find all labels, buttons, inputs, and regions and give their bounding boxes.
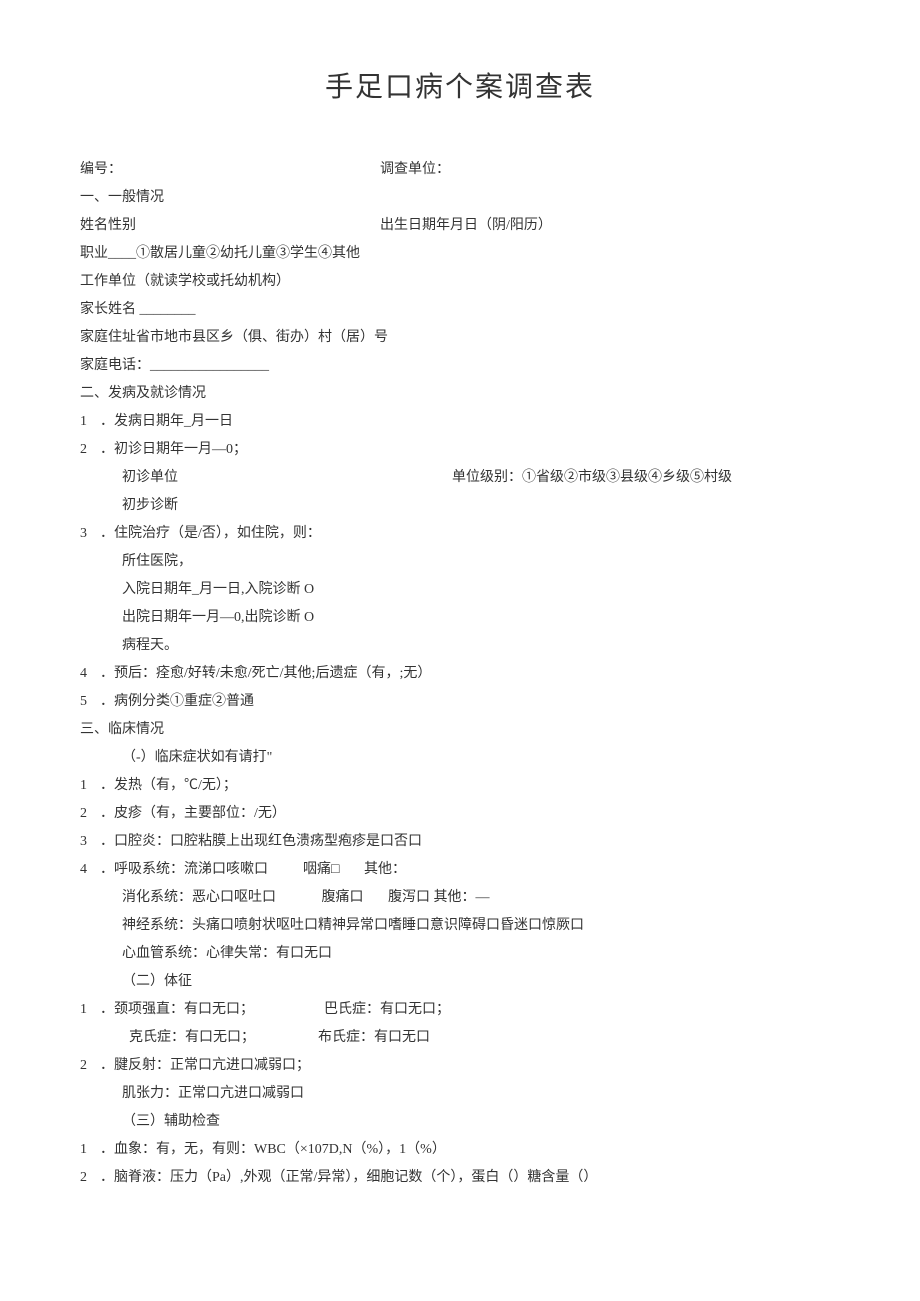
item-2-3a: 所住医院， (80, 548, 840, 576)
item-3-4b: 神经系统：头痛口喷射状呕吐口精神异常口嗜睡口意识障碍口昏迷口惊厥口 (80, 912, 840, 940)
header-row: 编号： 调查单位： (80, 156, 840, 184)
item-3-4a: 消化系统：恶心口呕吐口 腹痛口 腹泻口 其他：— (80, 884, 840, 912)
item-2-2a: 初诊单位 单位级别：①省级②市级③县级④乡级⑤村级 (80, 464, 840, 492)
section-2-title: 二、发病及就诊情况 (80, 380, 840, 408)
item-2-4: 4．预后：痊愈/好转/未愈/死亡/其他;后遗症（有，;无） (80, 660, 840, 688)
item-2-3d: 病程天。 (80, 632, 840, 660)
sub-3-1: （-）临床症状如有请打" (80, 744, 840, 772)
section-3-title: 三、临床情况 (80, 716, 840, 744)
sub-3-3: （三）辅助检查 (80, 1108, 840, 1136)
item-2-3c: 出院日期年一月—0,出院诊断 O (80, 604, 840, 632)
aux-2: 2．脑脊液：压力（Pa）,外观（正常/异常），细胞记数（个），蛋白（）糖含量（） (80, 1164, 840, 1192)
item-3-2: 2．皮疹（有，主要部位：/无） (80, 800, 840, 828)
id-label: 编号： (80, 156, 380, 184)
aux-1: 1．血象：有，无，有则：WBC（×107D,N（%），1（%） (80, 1136, 840, 1164)
workunit-row: 工作单位（就读学校或托幼机构） (80, 268, 840, 296)
sub-3-2: （二）体征 (80, 968, 840, 996)
name-gender-label: 姓名性别 (80, 212, 380, 240)
item-2-3: 3．住院治疗（是/否），如住院，则： (80, 520, 840, 548)
item-2-2c: 初步诊断 (80, 492, 840, 520)
item-3-4: 4．呼吸系统：流涕口咳嗽口 咽痛□ 其他： (80, 856, 840, 884)
item-3-3: 3．口腔炎：口腔粘膜上出现红色溃疡型疱疹是口否口 (80, 828, 840, 856)
unit-label: 调查单位： (380, 156, 450, 184)
item-2-3b: 入院日期年_月一日,入院诊断 O (80, 576, 840, 604)
address-row: 家庭住址省市地市县区乡（俱、街办）村（居）号 (80, 324, 840, 352)
item-2-2: 2．初诊日期年一月—0； (80, 436, 840, 464)
page-title: 手足口病个案调查表 (80, 60, 840, 116)
item-2-1: 1．发病日期年_月一日 (80, 408, 840, 436)
phone-row: 家庭电话：_________________ (80, 352, 840, 380)
sign-2a: 肌张力：正常口亢进口减弱口 (80, 1080, 840, 1108)
dob-label: 出生日期年月日（阴/阳历） (380, 212, 552, 240)
sign-1a: 克氏症：有口无口； 布氏症：有口无口 (80, 1024, 840, 1052)
name-row: 姓名性别 出生日期年月日（阴/阳历） (80, 212, 840, 240)
item-3-4c: 心血管系统：心律失常：有口无口 (80, 940, 840, 968)
sign-2: 2．腱反射：正常口亢进口减弱口； (80, 1052, 840, 1080)
section-1-title: 一、一般情况 (80, 184, 840, 212)
occupation-row: 职业____①散居儿童②幼托儿童③学生④其他 (80, 240, 840, 268)
item-2-5: 5．病例分类①重症②普通 (80, 688, 840, 716)
sign-1: 1．颈项强直：有口无口； 巴氏症：有口无口； (80, 996, 840, 1024)
parent-row: 家长姓名 ________ (80, 296, 840, 324)
item-3-1: 1．发热（有，℃/无）； (80, 772, 840, 800)
